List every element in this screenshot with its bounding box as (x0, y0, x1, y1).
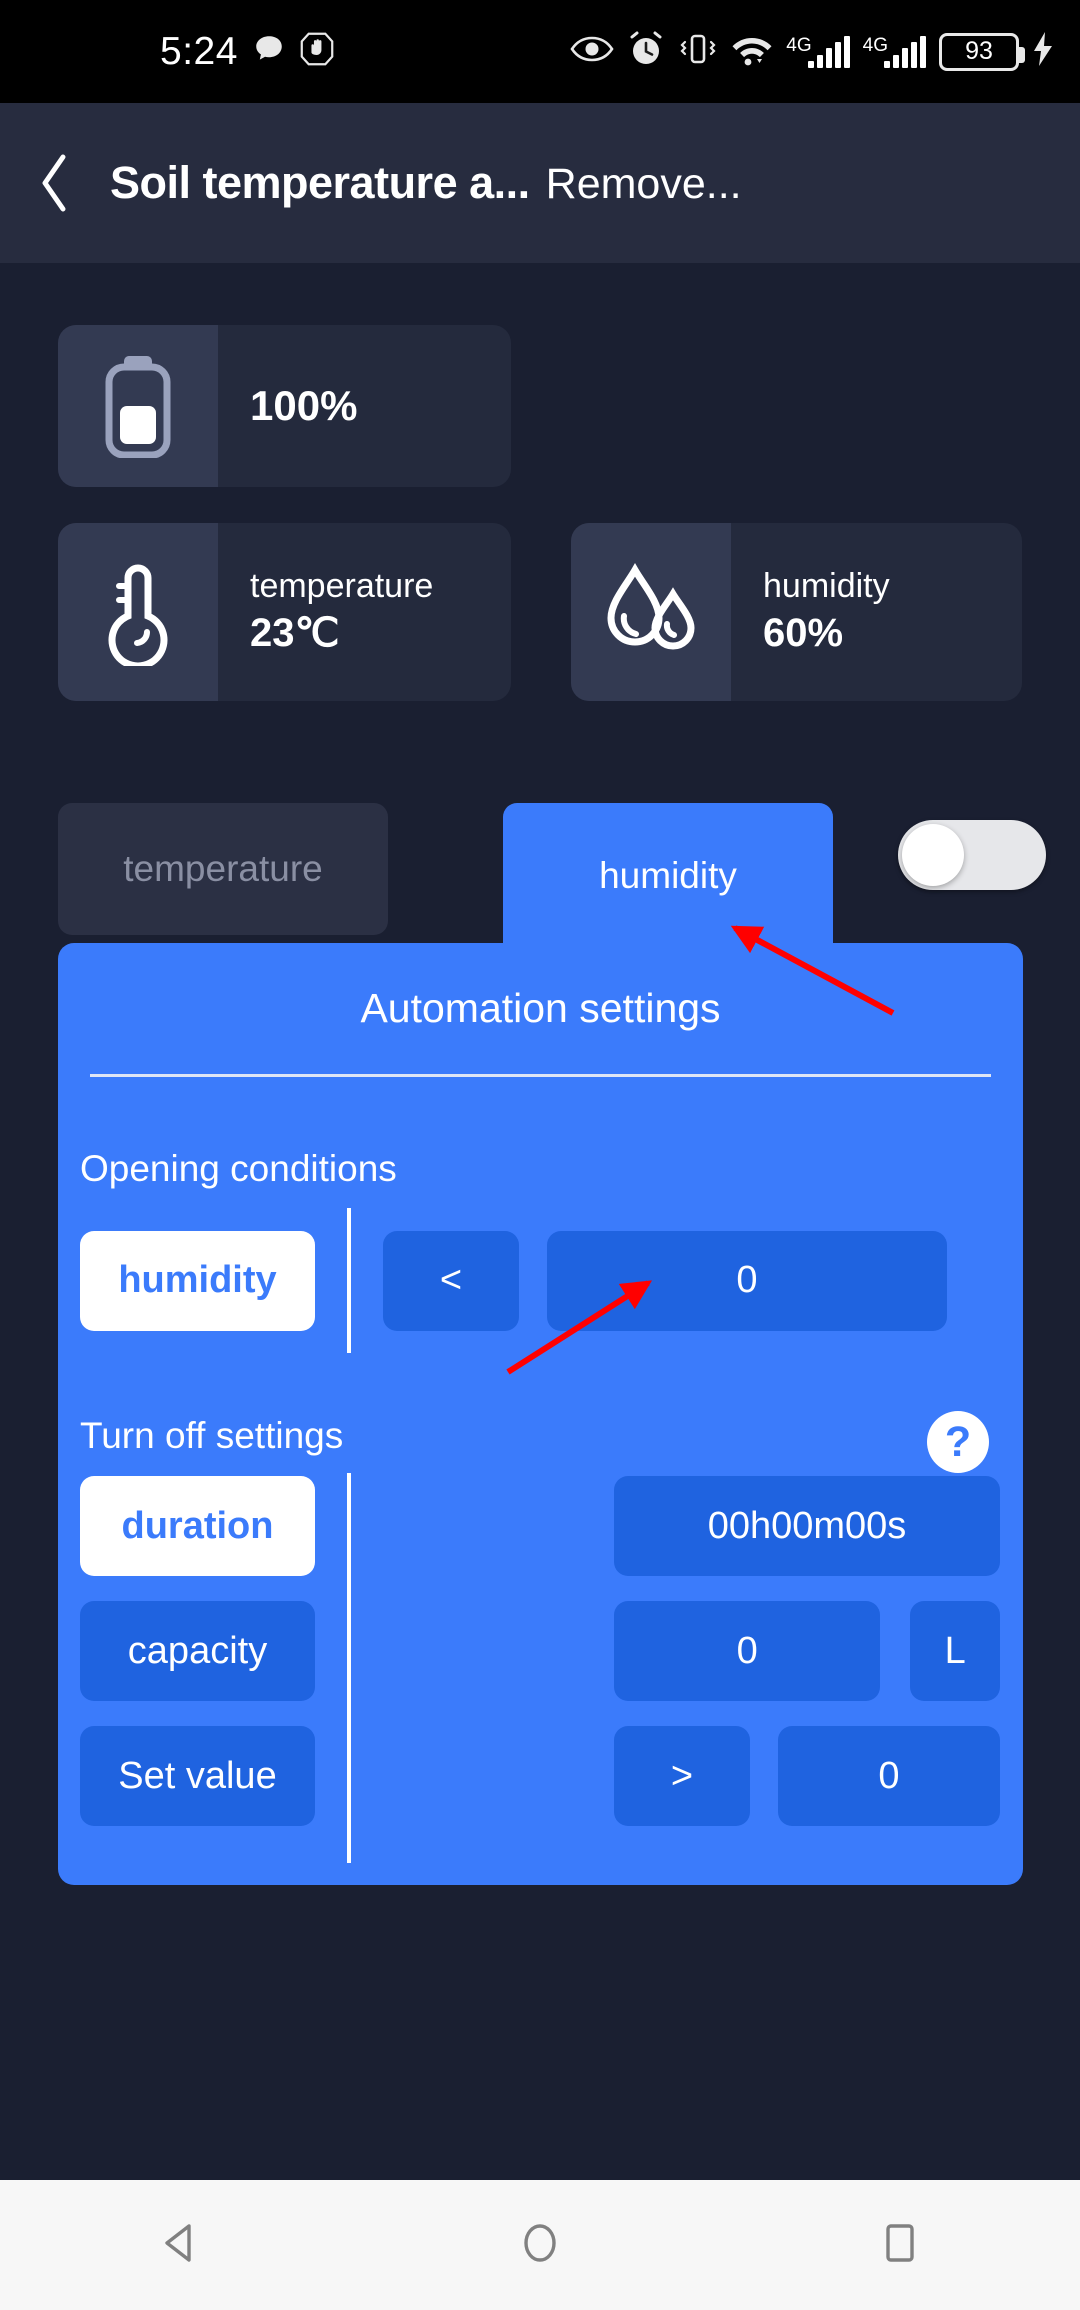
status-time: 5:24 (160, 29, 238, 73)
header-title-group: Soil temperature a... Remove... (110, 157, 1080, 209)
temperature-value: 23℃ (250, 611, 340, 656)
status-bar-right: 4G 4G 93 (570, 30, 1054, 73)
page-title: Soil temperature a... (110, 157, 530, 208)
nav-recents-button[interactable] (873, 2216, 927, 2275)
humidity-card[interactable]: humidity 60% (571, 523, 1022, 701)
turn-off-settings-label-wrap: Turn off settings (80, 1415, 343, 1457)
tab-temperature[interactable]: temperature (58, 803, 388, 935)
opening-condition-parameter-chip[interactable]: humidity (80, 1230, 315, 1331)
opening-conditions-label: Opening conditions (80, 1148, 397, 1189)
capacity-chip[interactable]: capacity (80, 1601, 315, 1701)
capacity-unit-button[interactable]: L (910, 1601, 1000, 1701)
humidity-value: 60% (763, 611, 844, 656)
panel-divider (90, 1074, 991, 1077)
battery-card[interactable]: 100% (58, 325, 511, 487)
back-chevron-icon (42, 154, 66, 212)
capacity-chip-label: capacity (127, 1629, 268, 1672)
signal-bars-icon (807, 35, 850, 68)
battery-percent-label: 93 (965, 37, 993, 65)
hand-do-not-disturb-icon (300, 31, 334, 72)
humidity-card-body: humidity 60% (731, 523, 890, 701)
eye-icon (570, 34, 614, 69)
signal-bars-icon (884, 35, 926, 68)
set-value-operator-button[interactable]: > (614, 1726, 750, 1826)
remove-button[interactable]: Remove... (546, 160, 742, 209)
system-nav-bar (0, 2180, 1080, 2310)
battery-icon: 93 (939, 32, 1025, 71)
temperature-card-body: temperature 23℃ (218, 523, 433, 701)
square-recents-icon (886, 2223, 914, 2262)
capacity-value-field[interactable]: 0 (614, 1601, 881, 1701)
battery-card-body: 100% (218, 325, 357, 487)
water-drops-icon (571, 523, 731, 701)
nav-back-button[interactable] (153, 2216, 207, 2275)
thermometer-icon (58, 523, 218, 701)
set-value-value-field[interactable]: 0 (778, 1726, 1000, 1826)
help-icon-label: ? (944, 1417, 972, 1466)
status-bar-left: 5:24 (160, 30, 334, 74)
wifi-icon (731, 32, 773, 71)
turn-off-settings-label: Turn off settings (80, 1415, 344, 1456)
set-value-chip[interactable]: Set value (80, 1726, 315, 1826)
tab-bar: temperature humidity (0, 803, 1080, 948)
duration-chip-label: duration (121, 1504, 274, 1547)
capacity-value: 0 (736, 1629, 758, 1672)
temperature-label: temperature (250, 566, 434, 605)
duration-value: 00h00m00s (707, 1504, 907, 1547)
network-type-label-2: 4G (862, 34, 888, 56)
signal-group-1: 4G (786, 34, 850, 68)
message-bubble-icon (252, 32, 286, 71)
circle-home-icon (524, 2223, 556, 2262)
capacity-unit-label: L (944, 1629, 966, 1672)
panel-title: Automation settings (360, 985, 721, 1031)
charging-bolt-icon (1032, 31, 1054, 72)
duration-chip[interactable]: duration (80, 1476, 315, 1576)
opening-conditions-row: humidity < 0 (80, 1208, 1000, 1353)
humidity-label: humidity (763, 566, 890, 605)
automation-enable-toggle[interactable] (898, 820, 1046, 890)
battery-icon (58, 325, 218, 487)
opening-condition-value: 0 (736, 1259, 758, 1301)
help-icon[interactable]: ? (927, 1411, 989, 1473)
vibrate-icon (678, 31, 718, 72)
opening-condition-value-field[interactable]: 0 (547, 1230, 947, 1331)
set-value-chip-label: Set value (118, 1754, 277, 1797)
toggle-knob (902, 824, 964, 886)
automation-settings-panel: Automation settings Opening conditions h… (58, 943, 1023, 1885)
duration-value-field[interactable]: 00h00m00s (614, 1476, 1000, 1576)
opening-condition-operator-label: < (439, 1259, 463, 1301)
battery-value: 100% (250, 382, 358, 429)
turn-off-row-capacity: capacity 0 L (80, 1601, 1000, 1701)
alarm-clock-icon (627, 30, 665, 73)
back-button[interactable] (0, 151, 110, 215)
triangle-back-icon (165, 2223, 191, 2262)
opening-conditions-label-wrap: Opening conditions (80, 1148, 397, 1190)
app-header: Soil temperature a... Remove... (0, 103, 1080, 263)
opening-condition-operator-button[interactable]: < (383, 1230, 519, 1331)
tab-humidity[interactable]: humidity (503, 803, 833, 948)
opening-condition-parameter-label: humidity (118, 1259, 277, 1301)
set-value-value: 0 (878, 1754, 900, 1797)
turn-off-row-set-value: Set value > 0 (80, 1726, 1000, 1826)
signal-group-2: 4G (862, 34, 926, 68)
nav-home-button[interactable] (513, 2216, 567, 2275)
tab-humidity-label: humidity (599, 854, 737, 896)
tab-temperature-label: temperature (123, 848, 323, 889)
opening-conditions-separator (347, 1208, 351, 1353)
network-type-label-1: 4G (786, 34, 812, 56)
status-bar: 5:24 4G 4G 93 (0, 0, 1080, 103)
temperature-card[interactable]: temperature 23℃ (58, 523, 511, 701)
set-value-operator-label: > (670, 1754, 694, 1797)
turn-off-row-duration: duration 00h00m00s (80, 1476, 1000, 1576)
